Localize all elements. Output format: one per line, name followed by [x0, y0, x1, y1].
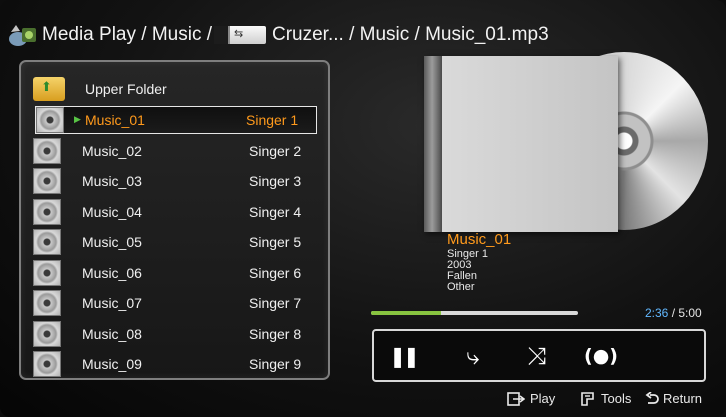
song-artist: Singer 6 — [249, 265, 302, 281]
song-title: Music_07 — [82, 295, 142, 311]
now-playing-indicator: ▶ — [74, 115, 81, 125]
upper-folder-icon — [33, 77, 65, 101]
upper-folder-label: Upper Folder — [85, 81, 167, 97]
tools-hint[interactable]: Tools — [580, 391, 631, 406]
time-separator: / — [668, 306, 679, 320]
time-display: 2:36 / 5:00 — [645, 306, 702, 320]
repeat-icon: ⤷ — [466, 342, 480, 370]
breadcrumb: Media Play / Music / ⇆ Cruzer... / Music… — [8, 18, 708, 52]
breadcrumb-file: Cruzer... / Music / Music_01.mp3 — [272, 24, 549, 45]
playback-controls: ❚❚ ⤷ ⤨ (●) — [372, 329, 706, 382]
music-file-icon — [33, 321, 61, 347]
usb-device-icon: ⇆ — [214, 26, 266, 44]
progress-bar[interactable] — [371, 311, 578, 315]
song-artist: Singer 5 — [249, 234, 302, 250]
play-hint[interactable]: Play — [507, 391, 555, 406]
current-time: 2:36 — [645, 306, 669, 320]
shuffle-icon: ⤨ — [527, 342, 547, 370]
sound-mode-button[interactable]: (●) — [576, 341, 626, 371]
music-file-icon — [33, 351, 61, 377]
pause-icon: ❚❚ — [389, 344, 419, 368]
return-icon — [645, 391, 659, 404]
list-item[interactable]: ▶ Music_01 Singer 1 — [35, 106, 317, 134]
list-item-upper-folder[interactable]: Upper Folder — [33, 75, 319, 103]
breadcrumb-path: Media Play / Music / — [42, 24, 212, 45]
list-item[interactable]: Music_05 Singer 5 — [33, 228, 319, 256]
sound-mode-icon: (●) — [584, 345, 618, 367]
cover-spine — [424, 56, 442, 232]
music-file-icon — [33, 290, 61, 316]
list-item[interactable]: Music_02 Singer 2 — [33, 137, 319, 165]
song-title: Music_04 — [82, 204, 142, 220]
song-artist: Singer 7 — [249, 295, 302, 311]
music-file-icon — [33, 229, 61, 255]
album-cover — [424, 56, 618, 232]
song-title: Music_02 — [82, 143, 142, 159]
song-title: Music_06 — [82, 265, 142, 281]
album-art — [420, 52, 710, 232]
list-item[interactable]: Music_07 Singer 7 — [33, 289, 319, 317]
track-title: Music_01 — [447, 231, 512, 248]
music-file-icon — [33, 199, 61, 225]
repeat-button[interactable]: ⤷ — [458, 341, 488, 371]
song-artist: Singer 4 — [249, 204, 302, 220]
media-play-app-icon — [9, 25, 36, 46]
track-artist: Singer 1 — [447, 248, 488, 260]
song-title: Music_03 — [82, 173, 142, 189]
return-hint[interactable]: Return — [645, 391, 702, 406]
music-file-icon — [33, 260, 61, 286]
pause-button[interactable]: ❚❚ — [388, 341, 419, 371]
tools-icon — [581, 391, 594, 406]
list-item[interactable]: Music_08 Singer 8 — [33, 320, 319, 348]
song-artist: Singer 9 — [249, 356, 302, 372]
list-item[interactable]: Music_06 Singer 6 — [33, 259, 319, 287]
return-hint-label: Return — [663, 391, 703, 406]
shuffle-button[interactable]: ⤨ — [522, 341, 552, 371]
song-artist: Singer 3 — [249, 173, 302, 189]
media-play-screen: Media Play / Music / ⇆ Cruzer... / Music… — [0, 0, 726, 417]
track-album: Fallen — [447, 270, 477, 282]
progress-fill — [371, 311, 442, 315]
footer-hints: Play Tools Return — [0, 389, 726, 417]
list-item[interactable]: Music_04 Singer 4 — [33, 198, 319, 226]
list-item[interactable]: Music_03 Singer 3 — [33, 167, 319, 195]
tools-hint-label: Tools — [601, 391, 632, 406]
list-item[interactable]: Music_09 Singer 9 — [33, 350, 319, 378]
song-artist: Singer 1 — [246, 112, 299, 128]
song-artist: Singer 8 — [249, 326, 302, 342]
enter-icon — [507, 391, 525, 406]
song-title: Music_05 — [82, 234, 142, 250]
song-title: Music_09 — [82, 356, 142, 372]
track-genre: Other — [447, 281, 475, 293]
song-title: Music_08 — [82, 326, 142, 342]
song-artist: Singer 2 — [249, 143, 302, 159]
music-file-icon — [33, 138, 61, 164]
music-file-icon — [33, 168, 61, 194]
music-file-icon — [36, 107, 64, 133]
song-title: Music_01 — [85, 112, 145, 128]
file-list: Upper Folder ▶ Music_01 Singer 1 Music_02 Si… — [19, 60, 330, 380]
track-info: Music_01 Singer 1 2003 Fallen Other — [447, 231, 647, 293]
track-year: 2003 — [447, 259, 472, 271]
play-hint-label: Play — [530, 391, 556, 406]
total-time: 5:00 — [678, 306, 702, 320]
